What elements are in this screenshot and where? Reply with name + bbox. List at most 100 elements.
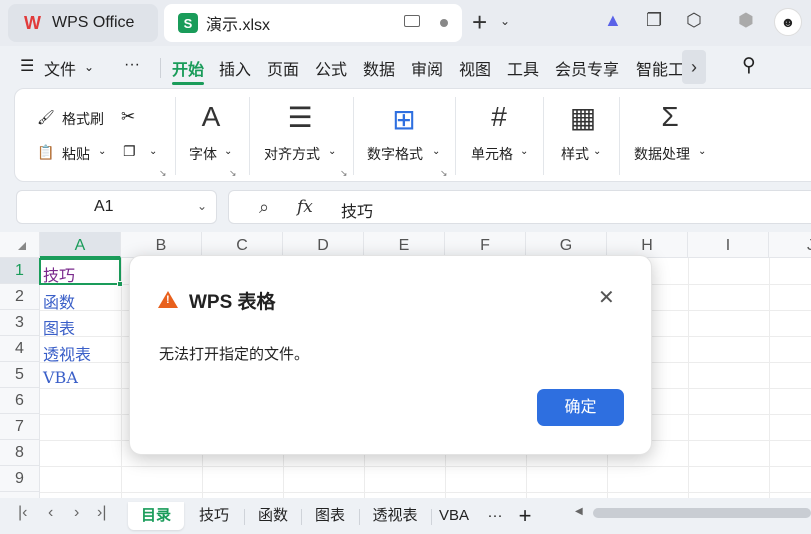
formula-value[interactable]: 技巧 [341,198,373,222]
fx-icon[interactable]: fx [297,197,313,217]
selected-cell-highlight [39,258,123,287]
horizontal-scrollbar[interactable] [593,508,811,518]
cells-button[interactable]: 单元格 [471,144,513,164]
menu-tab-formula[interactable]: 公式 [315,56,347,80]
sheet-more-icon[interactable]: ··· [482,502,508,530]
prev-sheet-icon[interactable]: ‹ [48,504,53,522]
menu-tab-tools[interactable]: 工具 [507,56,539,80]
new-tab-plus-icon[interactable]: + [472,8,487,36]
hamburger-icon[interactable]: ☰ [20,56,34,76]
new-tab-chevron-icon[interactable]: ⌄ [500,14,510,28]
wps-office-tab[interactable]: W WPS Office [8,4,158,42]
sheet-tab-tips[interactable]: 技巧 [189,502,239,530]
font-chevron-icon[interactable]: ⌄ [224,146,232,157]
row-header-4[interactable]: 4 [0,336,40,362]
avatar[interactable]: ☻ [774,8,802,36]
row-header-6[interactable]: 6 [0,388,40,414]
menu-tab-home[interactable]: 开始 [172,56,204,80]
row-header-1[interactable]: 1 [0,258,40,284]
hexagon-icon[interactable]: ⬢ [738,10,754,31]
sheet-tab-charts[interactable]: 图表 [305,502,355,530]
align-icon[interactable]: ☰ [280,101,320,134]
sheet-tab-vba[interactable]: VBA [435,502,473,530]
menu-tab-review[interactable]: 审阅 [411,56,443,80]
next-sheet-icon[interactable]: › [74,504,79,522]
cell-a2[interactable]: 函数 [43,289,75,313]
paste-icon[interactable]: 📋 [37,144,54,161]
cells-chevron-icon[interactable]: ⌄ [520,146,528,157]
menu-tab-member[interactable]: 会员专享 [555,56,619,80]
copy-chevron-icon[interactable]: ⌄ [149,146,157,157]
cell-a4[interactable]: 透视表 [43,341,91,365]
dialog-title: WPS 表格 [189,292,276,313]
row-header-5[interactable]: 5 [0,362,40,388]
styles-icon[interactable]: ▦ [563,101,603,134]
menu-tab-page[interactable]: 页面 [267,56,299,80]
window-copy-icon[interactable]: ❐ [646,10,662,31]
menu-file[interactable]: 文件 [44,56,76,80]
sheet-tab-functions[interactable]: 函数 [248,502,298,530]
menu-scroll-right-icon[interactable]: › [682,50,706,84]
name-box-chevron-icon[interactable]: ⌄ [197,199,207,213]
number-format-chevron-icon[interactable]: ⌄ [432,146,440,157]
clipboard-expand-icon[interactable]: ↘ [159,168,167,179]
styles-button[interactable]: 样式 [561,144,589,164]
menu-tab-view[interactable]: 视图 [459,56,491,80]
align-expand-icon[interactable]: ↘ [340,168,348,179]
menu-tab-smart[interactable]: 智能工 [636,56,682,80]
format-painter-button[interactable]: 格式刷 [62,109,104,129]
styles-chevron-icon[interactable]: ⌄ [593,146,601,157]
file-chevron-icon[interactable]: ⌄ [84,60,94,74]
select-all-corner[interactable] [0,232,40,258]
menu-tab-insert[interactable]: 插入 [219,56,251,80]
number-expand-icon[interactable]: ↘ [440,168,448,179]
paste-chevron-icon[interactable]: ⌄ [98,146,106,157]
ok-button[interactable]: 确定 [537,389,624,426]
sheet-tab-catalog[interactable]: 目录 [128,502,184,530]
row-header-9[interactable]: 9 [0,466,40,492]
menu-more[interactable]: ··· [124,56,140,74]
cube-icon[interactable]: ⬡ [686,10,702,31]
align-chevron-icon[interactable]: ⌄ [328,146,336,157]
cell-a5[interactable]: VBA [43,368,78,387]
copy-icon[interactable]: ❐ [123,143,136,160]
cells-icon[interactable]: # [479,101,519,133]
name-box[interactable]: A1 ⌄ [16,190,217,224]
scroll-left-icon[interactable]: ◀ [575,506,583,517]
data-processing-chevron-icon[interactable]: ⌄ [698,146,706,157]
formula-bar[interactable]: ⌕ fx 技巧 [228,190,811,224]
number-format-icon[interactable]: ⊞ [384,103,424,136]
monitor-icon[interactable] [404,15,420,27]
ai-icon[interactable]: ▲ [604,10,622,31]
col-header-i[interactable]: I [688,232,769,258]
cell-a3[interactable]: 图表 [43,315,75,339]
menu-tab-data[interactable]: 数据 [363,56,395,80]
search-icon[interactable]: ⚲ [742,54,756,77]
number-format-button[interactable]: 数字格式 [367,144,423,164]
add-sheet-icon[interactable]: + [512,502,538,530]
col-header-j[interactable]: J [769,232,811,258]
close-icon[interactable]: ✕ [598,288,615,308]
document-tab[interactable]: S 演示.xlsx [164,4,462,42]
first-sheet-icon[interactable]: |‹ [18,504,27,522]
ribbon-divider [619,97,620,175]
sheet-tab-pivot[interactable]: 透视表 [363,502,427,530]
paste-button[interactable]: 粘贴 [62,144,90,164]
unsaved-dot-icon[interactable] [440,19,448,27]
last-sheet-icon[interactable]: ›| [97,504,106,522]
sigma-icon[interactable]: Σ [650,101,690,133]
row-header-8[interactable]: 8 [0,440,40,466]
data-processing-button[interactable]: 数据处理 [634,144,690,164]
font-icon[interactable]: A [191,101,231,133]
cut-icon[interactable]: ✂ [121,107,135,127]
col-header-a[interactable]: A [40,232,121,258]
font-button[interactable]: 字体 [189,144,217,164]
fill-handle[interactable] [117,281,123,287]
row-header-3[interactable]: 3 [0,310,40,336]
font-expand-icon[interactable]: ↘ [229,168,237,179]
zoom-icon[interactable]: ⌕ [259,197,269,218]
align-button[interactable]: 对齐方式 [264,144,320,164]
format-painter-icon[interactable]: 🖌 [37,109,55,126]
row-header-7[interactable]: 7 [0,414,40,440]
row-header-2[interactable]: 2 [0,284,40,310]
